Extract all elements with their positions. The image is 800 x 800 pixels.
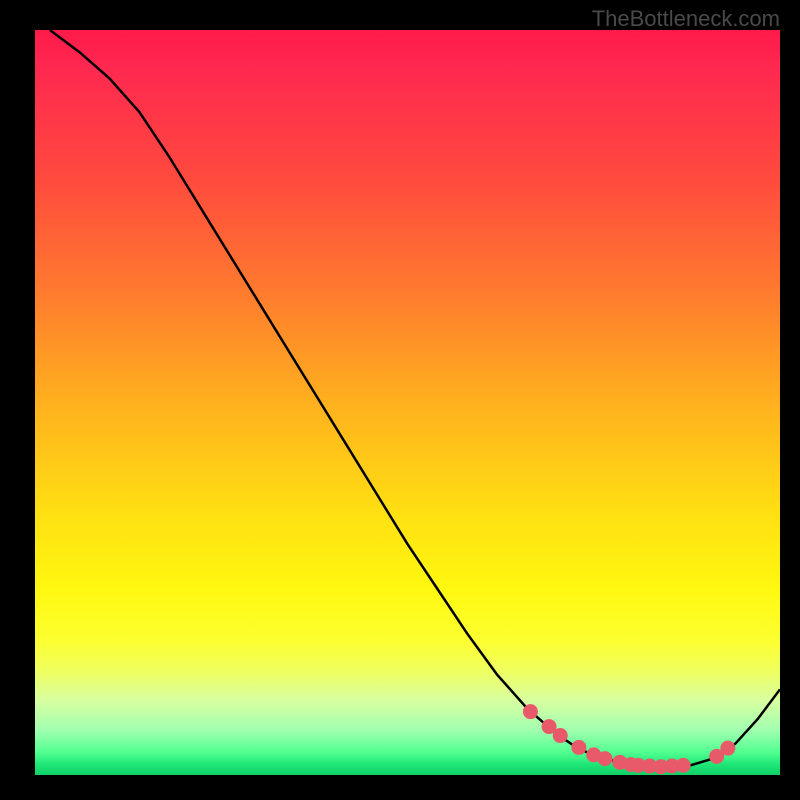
plot-area: [35, 30, 780, 775]
data-marker: [553, 728, 568, 743]
data-marker: [571, 740, 586, 755]
bottleneck-curve: [50, 30, 780, 767]
data-marker: [523, 704, 538, 719]
chart-svg: [35, 30, 780, 775]
curve-line: [50, 30, 780, 767]
data-markers: [523, 704, 735, 774]
data-marker: [720, 741, 735, 756]
data-marker: [676, 758, 691, 773]
watermark-text: TheBottleneck.com: [592, 6, 780, 32]
chart-container: TheBottleneck.com: [0, 0, 800, 800]
data-marker: [597, 751, 612, 766]
